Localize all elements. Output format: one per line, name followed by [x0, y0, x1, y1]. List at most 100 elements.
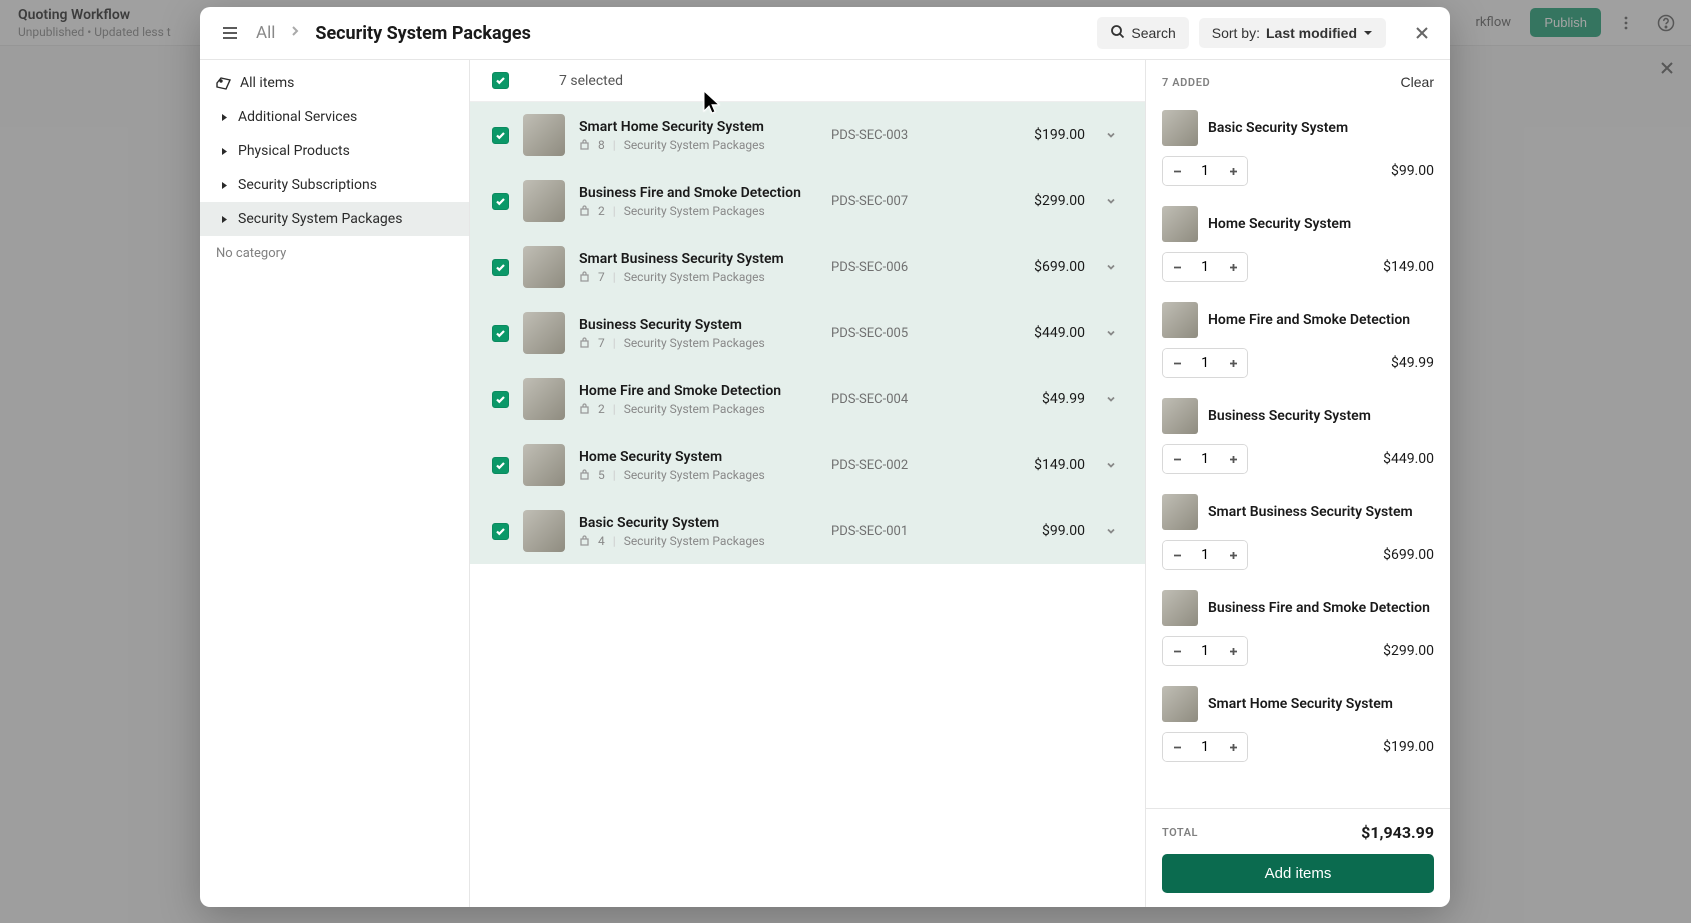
- row-checkbox[interactable]: [492, 325, 509, 342]
- added-price: $299.00: [1383, 643, 1434, 659]
- plus-button[interactable]: [1219, 637, 1247, 665]
- item-sku: PDS-SEC-006: [831, 260, 971, 275]
- item-count: 7: [598, 270, 605, 284]
- list-row[interactable]: Home Security System 5 | Security System…: [470, 432, 1145, 498]
- clear-button[interactable]: Clear: [1401, 74, 1434, 90]
- quantity-value: 1: [1191, 643, 1219, 659]
- chevron-down-icon[interactable]: [1099, 192, 1123, 211]
- add-items-button[interactable]: Add items: [1162, 854, 1434, 893]
- chevron-down-icon[interactable]: [1099, 126, 1123, 145]
- search-icon: [1110, 24, 1125, 42]
- row-checkbox[interactable]: [492, 457, 509, 474]
- row-checkbox[interactable]: [492, 391, 509, 408]
- sidebar-category[interactable]: Security System Packages: [200, 202, 469, 236]
- chevron-down-icon[interactable]: [1099, 522, 1123, 541]
- quantity-value: 1: [1191, 355, 1219, 371]
- item-tag: Security System Packages: [624, 534, 765, 548]
- search-button[interactable]: Search: [1097, 17, 1188, 49]
- item-sku: PDS-SEC-003: [831, 128, 971, 143]
- close-modal-button[interactable]: [1408, 19, 1436, 47]
- minus-button[interactable]: [1163, 349, 1191, 377]
- added-name: Home Fire and Smoke Detection: [1208, 312, 1434, 328]
- added-price: $49.99: [1391, 355, 1434, 371]
- category-sidebar: All items Additional Services Physical P…: [200, 60, 470, 907]
- sort-button[interactable]: Sort by: Last modified: [1199, 18, 1386, 48]
- minus-button[interactable]: [1163, 445, 1191, 473]
- hamburger-icon[interactable]: [214, 17, 246, 49]
- plus-button[interactable]: [1219, 253, 1247, 281]
- quantity-stepper[interactable]: 1: [1162, 540, 1248, 570]
- item-list[interactable]: Smart Home Security System 8 | Security …: [470, 102, 1145, 907]
- list-row[interactable]: Home Fire and Smoke Detection 2 | Securi…: [470, 366, 1145, 432]
- item-price: $149.00: [985, 457, 1085, 473]
- quantity-stepper[interactable]: 1: [1162, 252, 1248, 282]
- added-item: Basic Security System 1 $99.00: [1162, 100, 1434, 196]
- list-row[interactable]: Smart Home Security System 8 | Security …: [470, 102, 1145, 168]
- sidebar-category[interactable]: Security Subscriptions: [200, 168, 469, 202]
- quantity-value: 1: [1191, 739, 1219, 755]
- caret-down-icon: [1363, 25, 1373, 41]
- chevron-down-icon[interactable]: [1099, 456, 1123, 475]
- sidebar-category[interactable]: Physical Products: [200, 134, 469, 168]
- sidebar-category[interactable]: Additional Services: [200, 100, 469, 134]
- item-price: $99.00: [985, 523, 1085, 539]
- breadcrumb-root[interactable]: All: [256, 23, 275, 43]
- all-items-link[interactable]: All items: [200, 66, 469, 100]
- item-list-panel: 7 selected Smart Home Security System 8 …: [470, 60, 1145, 907]
- category-label: Additional Services: [238, 109, 357, 125]
- selected-count: 7 selected: [559, 73, 623, 89]
- chevron-down-icon[interactable]: [1099, 258, 1123, 277]
- minus-button[interactable]: [1163, 157, 1191, 185]
- plus-button[interactable]: [1219, 733, 1247, 761]
- quantity-stepper[interactable]: 1: [1162, 348, 1248, 378]
- row-checkbox[interactable]: [492, 259, 509, 276]
- item-count: 8: [598, 138, 605, 152]
- plus-button[interactable]: [1219, 445, 1247, 473]
- quantity-stepper[interactable]: 1: [1162, 444, 1248, 474]
- breadcrumb-current: Security System Packages: [315, 23, 531, 44]
- select-all-checkbox[interactable]: [492, 72, 509, 89]
- item-name: Business Security System: [579, 317, 765, 333]
- total-value: $1,943.99: [1361, 823, 1434, 842]
- added-count-label: 7 ADDED: [1162, 76, 1210, 89]
- quantity-stepper[interactable]: 1: [1162, 636, 1248, 666]
- added-thumbnail: [1162, 686, 1198, 722]
- bag-icon: [579, 535, 590, 546]
- item-sku: PDS-SEC-005: [831, 326, 971, 341]
- plus-button[interactable]: [1219, 157, 1247, 185]
- chevron-down-icon[interactable]: [1099, 324, 1123, 343]
- item-meta: 4 | Security System Packages: [579, 534, 765, 548]
- item-picker-modal: All Security System Packages Search Sort…: [200, 7, 1450, 907]
- list-row[interactable]: Business Security System 7 | Security Sy…: [470, 300, 1145, 366]
- item-name: Basic Security System: [579, 515, 765, 531]
- list-row[interactable]: Basic Security System 4 | Security Syste…: [470, 498, 1145, 564]
- quantity-value: 1: [1191, 163, 1219, 179]
- quantity-stepper[interactable]: 1: [1162, 156, 1248, 186]
- item-meta: 5 | Security System Packages: [579, 468, 765, 482]
- list-row[interactable]: Business Fire and Smoke Detection 2 | Se…: [470, 168, 1145, 234]
- plus-button[interactable]: [1219, 349, 1247, 377]
- item-tag: Security System Packages: [624, 204, 765, 218]
- category-label: Security System Packages: [238, 211, 402, 227]
- added-list[interactable]: Basic Security System 1 $99.00 Home Secu…: [1146, 100, 1450, 808]
- added-item: Smart Home Security System 1 $199.00: [1162, 676, 1434, 772]
- minus-button[interactable]: [1163, 637, 1191, 665]
- row-checkbox[interactable]: [492, 193, 509, 210]
- minus-button[interactable]: [1163, 733, 1191, 761]
- list-row[interactable]: Smart Business Security System 7 | Secur…: [470, 234, 1145, 300]
- plus-button[interactable]: [1219, 541, 1247, 569]
- quantity-stepper[interactable]: 1: [1162, 732, 1248, 762]
- item-name: Home Security System: [579, 449, 765, 465]
- chevron-down-icon[interactable]: [1099, 390, 1123, 409]
- minus-button[interactable]: [1163, 541, 1191, 569]
- row-checkbox[interactable]: [492, 127, 509, 144]
- row-checkbox[interactable]: [492, 523, 509, 540]
- item-count: 2: [598, 204, 605, 218]
- item-thumbnail: [523, 312, 565, 354]
- added-thumbnail: [1162, 590, 1198, 626]
- minus-button[interactable]: [1163, 253, 1191, 281]
- added-name: Smart Business Security System: [1208, 504, 1434, 520]
- item-meta: 7 | Security System Packages: [579, 270, 784, 284]
- added-item: Business Security System 1 $449.00: [1162, 388, 1434, 484]
- sort-label: Sort by:: [1212, 25, 1260, 41]
